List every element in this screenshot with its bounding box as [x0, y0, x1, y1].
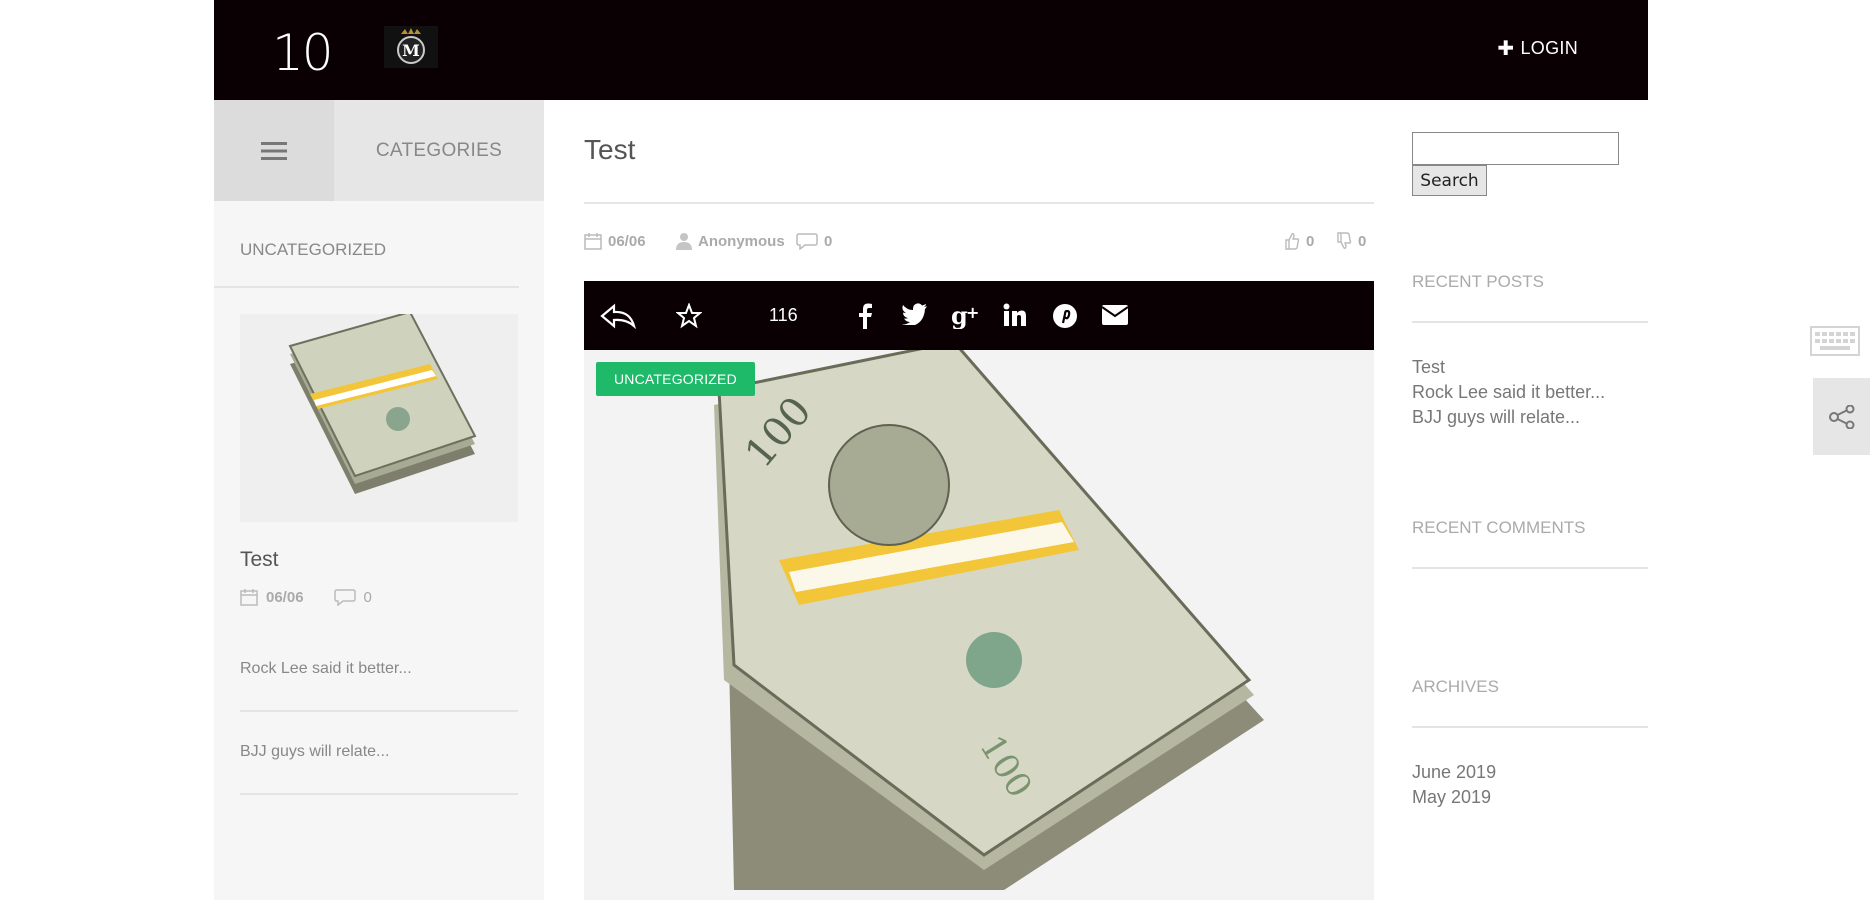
post-author-name: Anonymous	[698, 232, 785, 250]
divider	[584, 202, 1374, 204]
login-label: LOGIN	[1520, 38, 1578, 58]
post-comments[interactable]: 0	[796, 232, 832, 250]
favorite-star-icon[interactable]	[675, 302, 703, 333]
recent-post-link[interactable]: Rock Lee said it better...	[1412, 382, 1605, 403]
email-icon[interactable]	[1101, 303, 1129, 331]
post-featured-image: 100 100 UNCATEGORIZED	[584, 350, 1374, 900]
share-toolbar: 116 g +	[584, 281, 1374, 350]
top-header: 10 M ✚ LOGIN	[214, 0, 1648, 100]
categories-button[interactable]: CATEGORIES	[334, 100, 544, 201]
search-button[interactable]: Search	[1412, 165, 1487, 196]
divider	[240, 793, 518, 795]
login-button[interactable]: ✚ LOGIN	[1497, 36, 1578, 61]
divider	[1412, 567, 1648, 569]
share-panel-toggle[interactable]	[1813, 378, 1870, 455]
reply-icon[interactable]	[600, 303, 636, 333]
featured-post-title[interactable]: Test	[240, 548, 279, 572]
divider	[1412, 321, 1648, 323]
post-meta: 06/06 Anonymous 0 0 0	[584, 232, 1374, 252]
featured-post-thumbnail[interactable]	[240, 314, 518, 522]
archive-link[interactable]: June 2019	[1412, 762, 1496, 783]
svg-text:+: +	[966, 303, 979, 322]
plus-icon: ✚	[1497, 38, 1515, 60]
post-title: Test	[584, 134, 636, 165]
thumbs-down-icon	[1337, 232, 1352, 249]
svg-text:M: M	[402, 41, 420, 60]
keyboard-icon[interactable]	[1810, 326, 1860, 356]
recent-posts-heading: RECENT POSTS	[1412, 272, 1544, 291]
twitter-icon[interactable]	[902, 303, 928, 329]
recent-comments-heading: RECENT COMMENTS	[1412, 518, 1586, 537]
dislike-button[interactable]: 0	[1336, 232, 1366, 250]
sidebar-post-link[interactable]: Rock Lee said it better...	[240, 660, 412, 678]
divider	[214, 286, 519, 288]
featured-post-date: 06/06	[266, 588, 304, 606]
like-count: 0	[1306, 232, 1315, 250]
money-stack-image	[288, 314, 477, 494]
share-icon	[1828, 404, 1854, 429]
pinterest-icon[interactable]	[1052, 303, 1078, 333]
menu-toggle-button[interactable]	[214, 100, 334, 201]
like-button[interactable]: 0	[1284, 232, 1314, 250]
archive-link[interactable]: May 2019	[1412, 787, 1491, 808]
post-date: 06/06	[584, 232, 646, 250]
calendar-icon	[240, 589, 258, 606]
facebook-icon[interactable]	[857, 303, 873, 333]
google-plus-icon[interactable]: g +	[951, 301, 981, 333]
recent-post-link[interactable]: Test	[1412, 357, 1445, 378]
crest-icon: M	[397, 28, 425, 64]
archives-heading: ARCHIVES	[1412, 677, 1499, 696]
page: 10 M ✚ LOGIN CATEGORIES UNCATEGORIZED Te…	[214, 0, 1648, 900]
recent-post-link[interactable]: BJJ guys will relate...	[1412, 407, 1580, 428]
dislike-count: 0	[1358, 232, 1367, 250]
comment-icon	[333, 589, 356, 606]
post-author[interactable]: Anonymous	[676, 232, 785, 250]
share-count: 116	[769, 305, 798, 325]
sidebar-post-link[interactable]: BJJ guys will relate...	[240, 743, 389, 761]
money-stack-image: 100 100	[714, 350, 1264, 890]
linkedin-icon[interactable]	[1003, 303, 1027, 331]
category-heading[interactable]: UNCATEGORIZED	[240, 240, 386, 260]
left-sidebar: CATEGORIES UNCATEGORIZED Test 06/06 0 Ro…	[214, 100, 544, 900]
category-badge[interactable]: UNCATEGORIZED	[596, 362, 755, 396]
post-date-text: 06/06	[608, 232, 646, 250]
calendar-icon	[584, 233, 602, 250]
featured-post-comments: 0	[363, 588, 372, 606]
comment-icon	[796, 233, 818, 250]
thumbs-up-icon	[1285, 233, 1300, 250]
search-input[interactable]	[1412, 132, 1619, 165]
hamburger-icon	[261, 141, 287, 160]
site-logo[interactable]: 10	[272, 24, 334, 82]
post-comment-count: 0	[824, 232, 833, 250]
user-icon	[676, 233, 692, 250]
divider	[240, 710, 518, 712]
divider	[1412, 726, 1648, 728]
featured-post-meta: 06/06 0	[240, 588, 372, 606]
crest-logo[interactable]: M	[384, 26, 438, 68]
